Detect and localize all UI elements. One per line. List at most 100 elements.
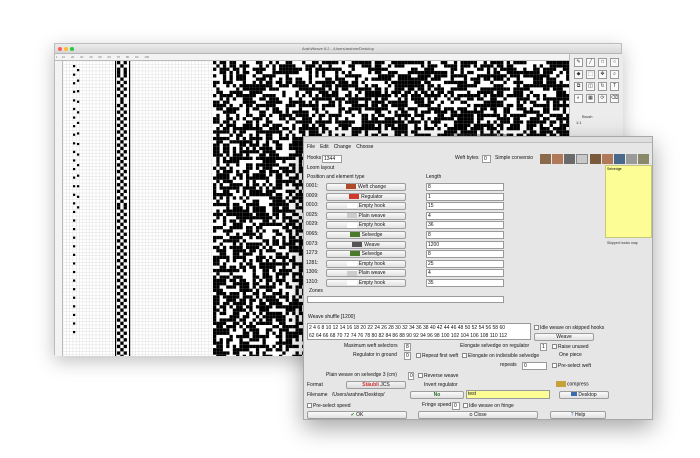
checkbox-icon (307, 403, 312, 408)
row-position: 0025: (306, 211, 319, 218)
invert-regulator-checkbox[interactable]: Invert regulator (424, 382, 458, 389)
elongate-indivisible-checkbox[interactable]: Elongate on indivisible selvedge (462, 353, 539, 360)
repeat-first-weft-checkbox[interactable]: Repeat first weft (416, 353, 458, 360)
one-piece-checkbox[interactable]: One piece (559, 352, 582, 359)
element-type-button[interactable]: Selvedge (326, 250, 406, 259)
element-type-button[interactable]: Regulator (326, 192, 406, 201)
element-type-button[interactable]: Selvedge (326, 231, 406, 239)
ok-button[interactable]: ✔ OK (307, 411, 407, 419)
fill-tool-icon[interactable]: ◆ (574, 70, 583, 79)
position-header: Position and element type (307, 174, 365, 180)
idle-fringe-checkbox[interactable]: Idle weave on fringe (463, 403, 514, 410)
element-swatch-icon (346, 280, 357, 286)
menu-edit[interactable]: Edit (320, 144, 329, 150)
idle-weave-checkbox[interactable]: Idle weave on skipped hooks (534, 325, 604, 332)
select-tool-icon[interactable]: ⬚ (586, 70, 595, 79)
element-swatch-icon (346, 270, 357, 276)
repeats-input[interactable]: 0 (522, 362, 547, 370)
compress-checkbox[interactable]: compress (556, 381, 589, 388)
close-window-icon[interactable] (58, 47, 62, 51)
element-type-label: Empty hook (358, 280, 386, 286)
element-type-button[interactable]: Weft change (326, 183, 406, 191)
row-ruler (55, 61, 63, 356)
element-type-button[interactable]: Empty hook (326, 202, 406, 211)
length-input[interactable]: 1200 (426, 240, 504, 249)
length-input[interactable]: 36 (426, 221, 504, 230)
desktop-label: Desktop (578, 392, 597, 398)
invert-tool-icon[interactable]: ◐ (574, 94, 583, 103)
format-select[interactable]: Stäubli JCS (346, 381, 406, 389)
menu-file[interactable]: File (307, 144, 315, 150)
elongate-regulator-input[interactable]: 1 (540, 343, 547, 351)
element-type-button[interactable]: Empty hook (326, 279, 406, 287)
conversion-icon-7[interactable] (614, 154, 625, 164)
fringe-speed-input[interactable]: 0 (452, 402, 460, 410)
element-type-button[interactable]: Plain weave (326, 211, 406, 220)
erase-tool-icon[interactable]: ⌫ (610, 94, 619, 103)
conversion-icon-6[interactable] (602, 154, 613, 164)
length-input[interactable]: 25 (426, 259, 504, 268)
check-icon: ✔ (350, 412, 355, 418)
length-input[interactable]: 8 (426, 250, 504, 259)
element-type-button[interactable]: Plain weave (326, 269, 406, 278)
length-input[interactable]: 4 (426, 211, 504, 220)
line-tool-icon[interactable]: ╱ (586, 58, 595, 67)
text-tool-icon[interactable]: T (610, 82, 619, 91)
idle-weave-button[interactable]: Weave (534, 333, 594, 341)
mirror-tool-icon[interactable]: ◫ (586, 82, 595, 91)
filename-input[interactable]: test (466, 390, 550, 399)
hooks-input[interactable]: 1344 (322, 155, 342, 163)
repeat-tool-icon[interactable]: ⟳ (598, 94, 607, 103)
conversion-icon-1[interactable] (540, 154, 551, 164)
rect-tool-icon[interactable]: □ (598, 58, 607, 67)
length-input[interactable]: 35 (426, 279, 504, 287)
length-header: Length (426, 174, 442, 180)
desktop-button[interactable]: Desktop (559, 391, 609, 399)
conversion-icon-3[interactable] (564, 154, 575, 164)
pencil-tool-icon[interactable]: ✎ (574, 58, 583, 67)
element-type-label: Regulator (361, 193, 383, 200)
help-button[interactable]: ? Help (550, 411, 606, 419)
conversion-icon-4[interactable] (576, 154, 588, 164)
number-sign-button[interactable]: No (410, 391, 464, 399)
length-input[interactable]: 8 (426, 183, 504, 191)
plain-selvedge-input[interactable]: 0 (408, 372, 414, 380)
menu-choose[interactable]: Choose (356, 144, 373, 150)
selvedge-preview-panel[interactable]: Selvedge (605, 165, 652, 238)
conversion-icon-8[interactable] (626, 154, 637, 164)
menu-change[interactable]: Change (334, 144, 352, 150)
element-type-label: Plain weave (358, 212, 386, 219)
length-input[interactable]: 15 (426, 202, 504, 211)
reverse-weave-checkbox[interactable]: Reverse weave (418, 373, 458, 380)
regulator-ground-input[interactable]: 0 (404, 352, 411, 360)
zones-input[interactable] (307, 296, 504, 303)
copy-tool-icon[interactable]: ⧉ (574, 82, 583, 91)
element-type-button[interactable]: Weave (326, 240, 406, 249)
length-input[interactable]: 8 (426, 231, 504, 239)
rotate-tool-icon[interactable]: ↻ (598, 82, 607, 91)
ellipse-tool-icon[interactable]: ○ (610, 58, 619, 67)
conversion-icon-9[interactable] (638, 154, 649, 164)
row-position: 1310: (306, 279, 319, 285)
checkbox-icon (418, 373, 423, 378)
length-input[interactable]: 4 (426, 269, 504, 278)
weft-bytes-input[interactable]: 0 (482, 155, 491, 163)
conversion-icon-5[interactable] (590, 154, 601, 164)
weave-shuffle-input[interactable]: 2 4 6 8 10 12 14 16 18 20 22 24 26 28 30… (307, 323, 531, 340)
max-weft-input[interactable]: 8 (404, 343, 411, 351)
close-button[interactable]: ⦸ Close (418, 411, 538, 419)
repeats-label: repeats (500, 362, 517, 368)
zoom-window-icon[interactable] (70, 47, 74, 51)
length-input[interactable]: 1 (426, 192, 504, 201)
minimize-window-icon[interactable] (64, 47, 68, 51)
raise-unused-checkbox[interactable]: Raise unused (552, 344, 589, 351)
row-position: 0010: (306, 202, 319, 209)
element-type-button[interactable]: Empty hook (326, 259, 406, 268)
element-type-button[interactable]: Empty hook (326, 221, 406, 230)
preselect-speed-checkbox[interactable]: Pre-select speed (307, 403, 351, 410)
zoom-tool-icon[interactable]: ⌕ (610, 70, 619, 79)
pattern-tool-icon[interactable]: ▦ (586, 94, 595, 103)
preselect-weft-checkbox[interactable]: Pre-select weft (552, 363, 591, 370)
move-tool-icon[interactable]: ✥ (598, 70, 607, 79)
conversion-icon-2[interactable] (552, 154, 563, 164)
